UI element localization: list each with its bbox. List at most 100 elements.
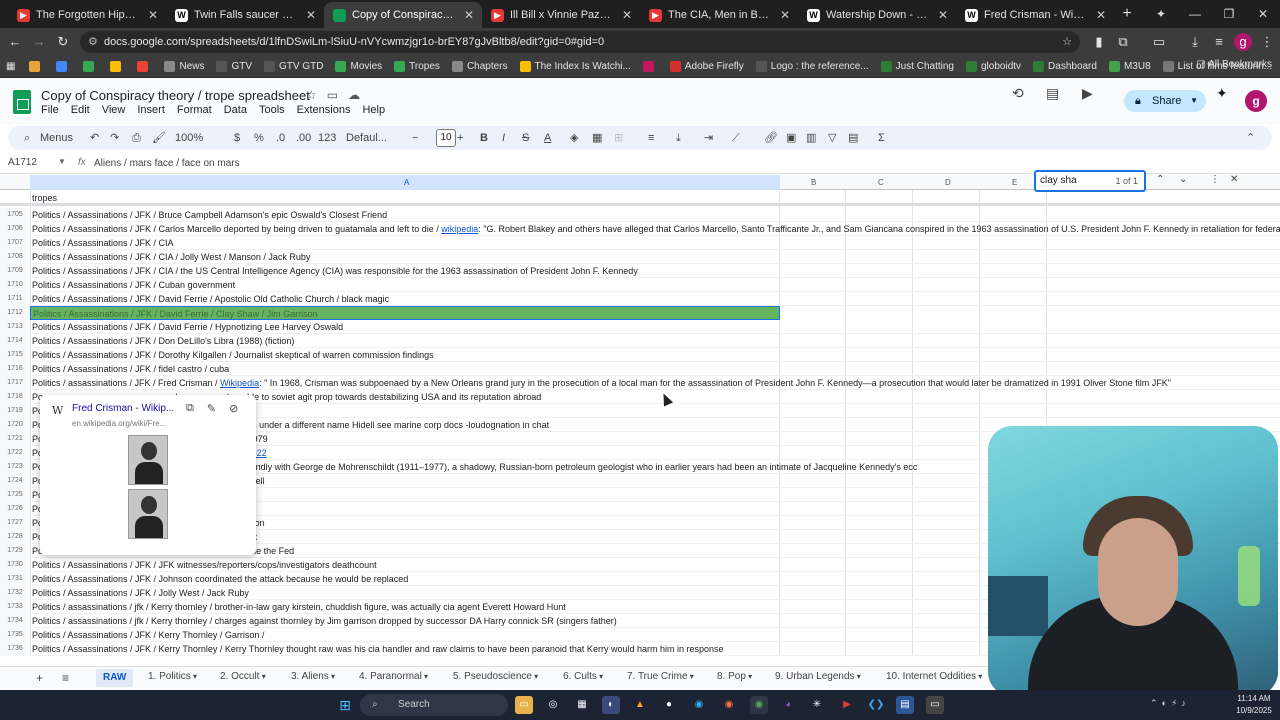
find-close-icon[interactable]: ✕ — [1230, 174, 1238, 185]
firefox-icon[interactable]: ◉ — [720, 696, 738, 714]
row-number[interactable]: 1727 — [0, 516, 30, 530]
bookmark-item[interactable] — [642, 61, 658, 72]
clock[interactable]: 11:14 AM 10/9/2025 — [1228, 693, 1280, 717]
start-icon[interactable]: ⊞ — [336, 696, 354, 714]
chevron-down-icon[interactable]: ▾ — [191, 672, 197, 681]
profile-icon[interactable]: g — [1234, 33, 1252, 51]
column-header-b[interactable]: B — [811, 178, 816, 187]
sheets-logo-icon[interactable] — [13, 90, 31, 114]
cloud-status-icon[interactable]: ☁ — [348, 88, 360, 102]
sheet-tab[interactable]: 5. Pseudoscience ▾ — [453, 671, 538, 682]
row-number[interactable]: 1714 — [0, 334, 30, 348]
table-row[interactable]: Politics / Assassinations / JFK / David … — [30, 320, 1280, 334]
row-number[interactable]: 1729 — [0, 544, 30, 558]
row-number[interactable]: 1709 — [0, 264, 30, 278]
row-number[interactable]: 1726 — [0, 502, 30, 516]
table-row[interactable]: Politics / Assassinations / JFK / fidel … — [30, 362, 1280, 376]
menu-edit[interactable]: Edit — [71, 104, 90, 116]
collapse-toolbar-icon[interactable]: ⌃ — [1246, 130, 1255, 146]
row-number[interactable]: 1708 — [0, 250, 30, 264]
row-number[interactable]: 1713 — [0, 320, 30, 334]
table-row[interactable]: Politics / Assassinations / JFK / CIA / … — [30, 250, 1280, 264]
undo-icon[interactable]: ↶ — [90, 130, 99, 146]
menu-insert[interactable]: Insert — [137, 104, 165, 116]
move-folder-icon[interactable]: ▭ — [327, 88, 338, 102]
browser-tab[interactable]: ▶ The Forgotten Hippie Terror Cu✕ — [8, 2, 166, 28]
font-size-input[interactable]: 10 — [436, 129, 456, 147]
bookmark-star-icon[interactable]: ☆ — [1062, 31, 1072, 53]
chevron-down-icon[interactable]: ▾ — [746, 672, 752, 681]
row-number[interactable]: 1724 — [0, 474, 30, 488]
menu-file[interactable]: File — [41, 104, 59, 116]
bookmark-item[interactable]: Movies — [335, 61, 382, 72]
row-number[interactable]: 1736 — [0, 642, 30, 656]
chevron-down-icon[interactable]: ▾ — [532, 672, 538, 681]
chrome-icon[interactable]: ◉ — [750, 696, 768, 714]
system-tray[interactable]: ⌃◐⚡♪ — [1150, 698, 1190, 709]
bookmark-item[interactable]: Chapters — [451, 61, 508, 72]
row-number[interactable]: 1734 — [0, 614, 30, 628]
functions-icon[interactable]: Σ — [878, 130, 885, 146]
app-icon[interactable]: ▦ — [573, 696, 591, 714]
bookmark-item[interactable]: The Index Is Watchi... — [519, 61, 631, 72]
bookmark-item[interactable] — [110, 61, 125, 72]
browser-tab[interactable]: W Fred Crisman - Wikipedia ✕ — [956, 2, 1114, 28]
reload-icon[interactable]: ↻ — [54, 33, 72, 51]
table-row[interactable]: Politics / assassinations / JFK / Fred C… — [30, 376, 1280, 390]
bookmark-item[interactable]: Tropes — [394, 61, 440, 72]
add-sheet-icon[interactable]: + — [36, 671, 43, 685]
row-number[interactable]: 1720 — [0, 418, 30, 432]
column-header-a[interactable]: A — [404, 178, 409, 187]
cell-link[interactable]: wikipedia — [441, 224, 478, 234]
redo-icon[interactable]: ↷ — [110, 130, 119, 146]
sheet-tab[interactable]: 8. Pop ▾ — [717, 671, 752, 682]
table-row[interactable]: Politics / Assassinations / JFK / David … — [30, 306, 780, 320]
insert-link-icon[interactable]: 🔗︎ — [764, 130, 778, 146]
bookmark-item[interactable]: GTV GTD — [264, 61, 323, 72]
name-box-dropdown-icon[interactable]: ▼ — [58, 157, 66, 166]
row-number[interactable]: 1711 — [0, 292, 30, 306]
vscode-icon[interactable]: ❮❯ — [867, 696, 885, 714]
close-tab-icon[interactable]: ✕ — [148, 2, 158, 28]
number-format-button[interactable]: 123 — [318, 130, 336, 146]
font-select[interactable]: Defaul... — [346, 130, 387, 146]
borders-icon[interactable]: ▦ — [592, 130, 602, 146]
table-row[interactable]: Politics / Assassinations / JFK / Don De… — [30, 334, 1280, 348]
bookmark-item[interactable]: GTV — [216, 61, 252, 72]
fill-color-icon[interactable]: ◈ — [570, 130, 578, 146]
close-tab-icon[interactable]: ✕ — [622, 2, 632, 28]
row-number[interactable]: 1733 — [0, 600, 30, 614]
file-explorer-icon[interactable]: ▭ — [515, 696, 533, 714]
discord-icon[interactable]: ◕ — [779, 696, 797, 714]
close-tab-icon[interactable]: ✕ — [306, 2, 316, 28]
zoom-select[interactable]: 100% — [175, 130, 203, 146]
all-sheets-icon[interactable]: ≡ — [62, 671, 69, 685]
italic-button[interactable]: I — [502, 130, 505, 146]
sheet-tab[interactable]: 6. Cults ▾ — [563, 671, 603, 682]
cell-link[interactable]: Wikipedia — [220, 378, 259, 388]
insert-chart-icon[interactable]: ▥ — [806, 130, 816, 146]
row-number[interactable]: 1712 — [0, 306, 30, 320]
text-wrap-icon[interactable]: ⇥ — [704, 130, 713, 146]
app-icon[interactable]: ▭ — [926, 696, 944, 714]
row-number[interactable]: 1730 — [0, 558, 30, 572]
menus-search[interactable]: Menus — [40, 130, 73, 146]
menu-format[interactable]: Format — [177, 104, 212, 116]
decrease-decimal-button[interactable]: .0 — [276, 130, 285, 146]
address-bar[interactable]: ⚙ docs.google.com/spreadsheets/d/1lfnDSw… — [80, 31, 1080, 53]
app-icon[interactable]: ▤ — [896, 696, 914, 714]
decrease-font-icon[interactable]: − — [412, 130, 418, 146]
row-number[interactable]: 1718 — [0, 390, 30, 404]
browser-tab[interactable]: W Twin Falls saucer hoax - Wikipe✕ — [166, 2, 324, 28]
edit-link-icon[interactable]: ✎ — [207, 402, 216, 415]
all-bookmarks-button[interactable]: ▢ All Bookmarks — [1196, 59, 1272, 70]
account-avatar[interactable]: g — [1245, 90, 1267, 112]
row-number[interactable]: 1710 — [0, 278, 30, 292]
sheet-tab[interactable]: 1. Politics ▾ — [148, 671, 197, 682]
apps-icon[interactable]: ▦ — [6, 61, 15, 72]
table-row[interactable]: Politics / Assassinations / JFK / Cuban … — [30, 278, 1280, 292]
browser-tab[interactable]: Copy of Conspiracy theory / tr✕ — [324, 2, 482, 28]
column-header-c[interactable]: C — [878, 178, 884, 187]
row-number[interactable]: 1715 — [0, 348, 30, 362]
chevron-down-icon[interactable]: ▾ — [422, 672, 428, 681]
